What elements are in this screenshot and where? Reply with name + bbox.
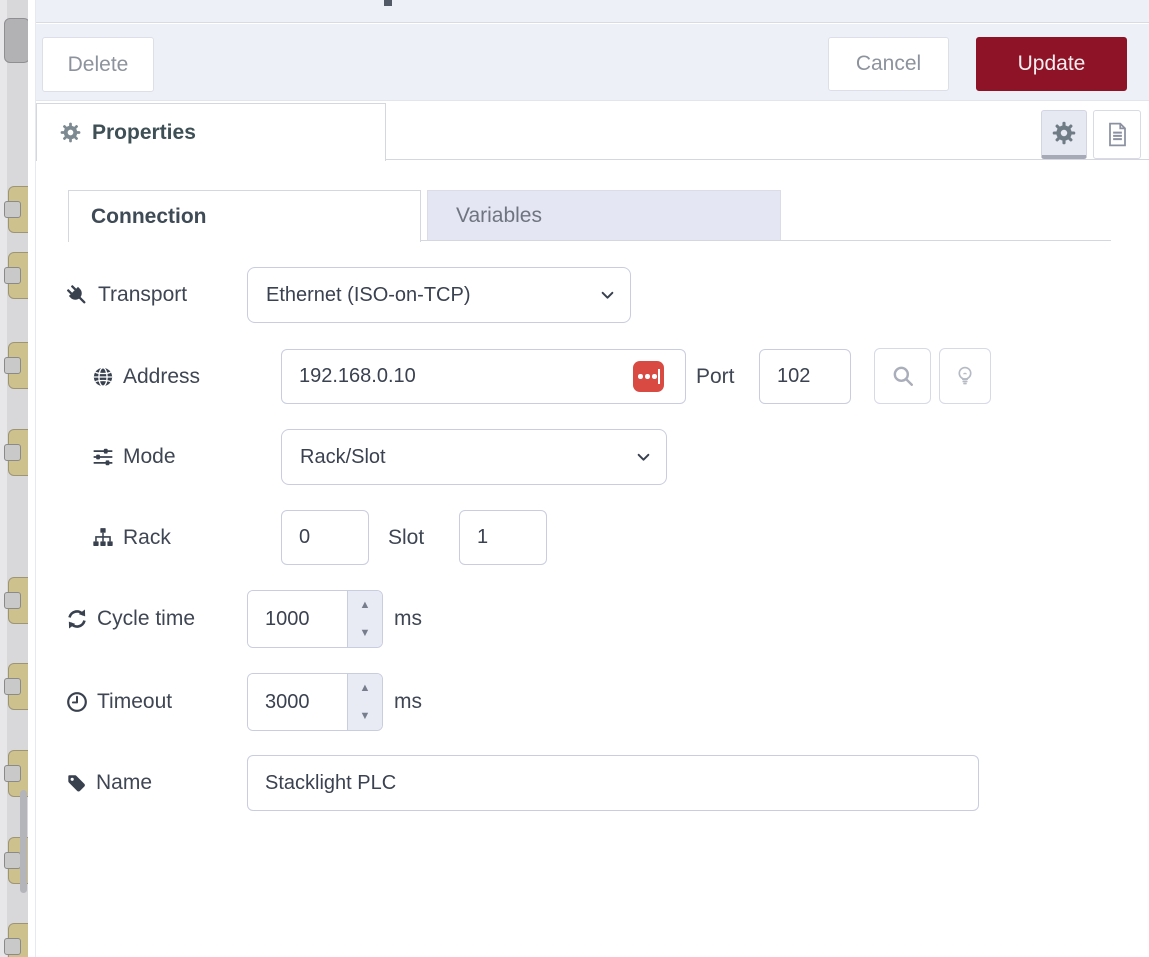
search-plc-button[interactable] — [874, 348, 931, 404]
rack-input[interactable] — [281, 510, 369, 565]
chevron-down-icon — [637, 453, 650, 462]
text-cursor — [658, 369, 661, 384]
port-label: Port — [696, 365, 735, 389]
timeout-label: Timeout — [66, 690, 172, 714]
spin-up-button[interactable]: ▲ — [348, 591, 382, 619]
spin-down-button[interactable]: ▼ — [348, 702, 382, 730]
properties-view-button[interactable] — [1041, 110, 1087, 159]
palette-node[interactable] — [8, 577, 28, 624]
password-manager-dots — [638, 374, 657, 379]
cancel-button[interactable]: Cancel — [828, 37, 949, 91]
palette-node[interactable] — [8, 663, 28, 710]
cycle-time-spinner: ▲ ▼ — [347, 591, 382, 647]
dialog-button-bar: Delete Cancel Update — [36, 24, 1149, 101]
sliders-icon — [92, 446, 114, 468]
palette-node[interactable] — [8, 923, 28, 957]
timeout-input[interactable] — [248, 674, 347, 730]
search-icon — [891, 364, 915, 388]
document-icon — [1105, 121, 1130, 148]
properties-tab-label: Properties — [92, 121, 196, 145]
description-view-button[interactable] — [1093, 110, 1141, 159]
lightbulb-icon — [954, 364, 976, 388]
properties-tabbar: Properties — [36, 101, 1149, 160]
node-port — [4, 852, 21, 869]
slot-input[interactable] — [459, 510, 547, 565]
password-manager-icon[interactable] — [633, 361, 664, 392]
palette-node[interactable] — [8, 252, 28, 299]
update-button[interactable]: Update — [976, 37, 1127, 91]
node-port — [4, 765, 21, 782]
dialog-header — [36, 0, 1149, 23]
palette-node[interactable] — [8, 342, 28, 389]
transport-select[interactable]: Ethernet (ISO-on-TCP) — [247, 267, 631, 323]
palette-gutter — [0, 0, 7, 957]
tab-properties[interactable]: Properties — [36, 103, 386, 161]
name-input[interactable] — [247, 755, 979, 811]
transport-select-value: Ethernet (ISO-on-TCP) — [266, 284, 471, 307]
slot-label: Slot — [388, 526, 424, 550]
tag-icon — [66, 773, 87, 794]
node-port — [4, 201, 21, 218]
spin-down-button[interactable]: ▼ — [348, 619, 382, 647]
hint-button[interactable] — [939, 348, 991, 404]
delete-button[interactable]: Delete — [42, 37, 154, 92]
cycle-time-unit: ms — [394, 607, 422, 631]
name-label: Name — [66, 771, 152, 795]
scrollbar-thumb[interactable] — [20, 790, 27, 893]
node-port — [4, 592, 21, 609]
sitemap-icon — [92, 527, 114, 548]
gear-icon — [60, 122, 81, 143]
mode-select-value: Rack/Slot — [300, 446, 386, 469]
tab-connection[interactable]: Connection — [68, 190, 421, 242]
node-port — [4, 267, 21, 284]
gear-icon — [1052, 121, 1076, 145]
plug-icon — [66, 284, 89, 307]
cycle-time-label: Cycle time — [66, 607, 195, 631]
mode-select[interactable]: Rack/Slot — [281, 429, 667, 485]
node-port — [4, 444, 21, 461]
port-input[interactable] — [759, 349, 851, 404]
address-label: Address — [92, 365, 200, 389]
palette-node[interactable] — [8, 429, 28, 476]
clipped-title-text-fragment — [384, 0, 392, 6]
transport-label: Transport — [66, 283, 187, 307]
tab-variables[interactable]: Variables — [427, 190, 781, 241]
node-port — [4, 938, 21, 955]
clock-icon — [66, 691, 88, 713]
timeout-spinner: ▲ ▼ — [347, 674, 382, 730]
node-port — [4, 357, 21, 374]
timeout-unit: ms — [394, 690, 422, 714]
refresh-icon — [66, 608, 88, 630]
mode-label: Mode — [92, 445, 176, 469]
edit-dialog: Delete Cancel Update Properties — [35, 0, 1149, 957]
address-input[interactable] — [281, 349, 686, 404]
spin-up-button[interactable]: ▲ — [348, 674, 382, 702]
globe-icon — [92, 366, 114, 388]
palette-node[interactable] — [4, 18, 28, 63]
cycle-time-input[interactable] — [248, 591, 347, 647]
screen: Delete Cancel Update Properties — [0, 0, 1149, 957]
rack-label: Rack — [92, 526, 171, 550]
palette-strip — [0, 0, 28, 957]
chevron-down-icon — [601, 291, 614, 300]
palette-node[interactable] — [8, 186, 28, 233]
node-port — [4, 678, 21, 695]
